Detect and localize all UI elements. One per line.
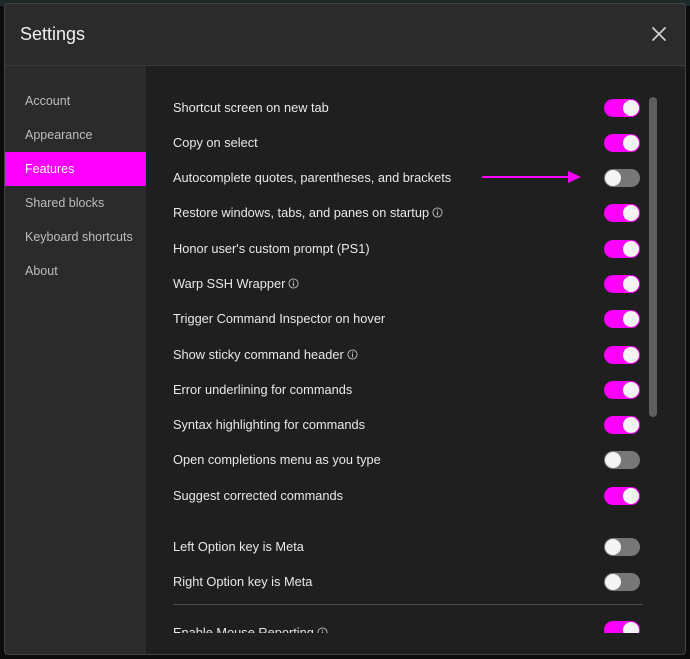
feature-label: Copy on select — [173, 135, 258, 150]
toggle-knob — [605, 574, 621, 590]
toggle-knob — [623, 311, 639, 327]
feature-row-show-sticky-command-header: Show sticky command header — [173, 343, 641, 367]
toggle-knob — [623, 347, 639, 363]
info-icon — [317, 627, 328, 633]
toggle-knob — [623, 417, 639, 433]
close-button[interactable] — [647, 22, 671, 46]
modal-header: Settings — [5, 4, 685, 66]
feature-label: Autocomplete quotes, parentheses, and br… — [173, 170, 452, 185]
feature-row-honor-user-s-custom-prompt-ps1: Honor user's custom prompt (PS1) — [173, 237, 641, 261]
toggle-right-option-key-is-meta[interactable] — [604, 573, 640, 591]
sidebar-item-shared-blocks[interactable]: Shared blocks — [5, 186, 146, 220]
feature-row-error-underlining-for-commands: Error underlining for commands — [173, 378, 641, 402]
toggle-suggest-corrected-commands[interactable] — [604, 487, 640, 505]
toggle-enable-mouse-reporting[interactable] — [604, 621, 640, 633]
arrow-right-icon — [482, 171, 581, 183]
feature-label: Suggest corrected commands — [173, 488, 343, 503]
feature-label: Honor user's custom prompt (PS1) — [173, 241, 370, 256]
feature-row-copy-on-select: Copy on select — [173, 131, 641, 155]
toggle-left-option-key-is-meta[interactable] — [604, 538, 640, 556]
toggle-warp-ssh-wrapper[interactable] — [604, 275, 640, 293]
feature-label: Left Option key is Meta — [173, 539, 304, 554]
feature-label: Open completions menu as you type — [173, 452, 381, 467]
settings-sidebar: Account Appearance Features Shared block… — [5, 66, 146, 654]
feature-row-open-completions-menu-as-you-type: Open completions menu as you type — [173, 448, 641, 472]
feature-label: Enable Mouse Reporting — [173, 625, 314, 633]
info-icon — [347, 349, 358, 360]
feature-row-restore-windows-tabs-and-panes-on-startup: Restore windows, tabs, and panes on star… — [173, 201, 641, 225]
features-panel: Shortcut screen on new tab Copy on select… — [146, 66, 685, 654]
feature-row-partial: Enable Mouse Reporting — [173, 621, 641, 633]
sidebar-item-appearance[interactable]: Appearance — [5, 118, 146, 152]
sidebar-item-keyboard-shortcuts[interactable]: Keyboard shortcuts — [5, 220, 146, 254]
close-icon — [652, 27, 666, 41]
toggle-trigger-command-inspector-on-hover[interactable] — [604, 310, 640, 328]
feature-row-syntax-highlighting-for-commands: Syntax highlighting for commands — [173, 413, 641, 437]
feature-row-shortcut-screen-on-new-tab: Shortcut screen on new tab — [173, 96, 641, 120]
modal-title: Settings — [20, 24, 86, 44]
sidebar-item-account[interactable]: Account — [5, 84, 146, 118]
toggle-knob — [623, 241, 639, 257]
sidebar-item-features[interactable]: Features — [5, 152, 146, 186]
toggle-knob — [623, 100, 639, 116]
feature-label: Trigger Command Inspector on hover — [173, 311, 386, 326]
toggle-knob — [623, 488, 639, 504]
feature-label: Show sticky command header — [173, 347, 344, 362]
settings-modal: Settings Account Appearance Features Sha… — [4, 3, 686, 655]
feature-label: Right Option key is Meta — [173, 574, 313, 589]
toggle-open-completions-menu-as-you-type[interactable] — [604, 451, 640, 469]
toggle-knob — [623, 622, 639, 633]
sidebar-item-about[interactable]: About — [5, 254, 146, 288]
feature-label: Warp SSH Wrapper — [173, 276, 286, 291]
toggle-knob — [623, 135, 639, 151]
feature-row-warp-ssh-wrapper: Warp SSH Wrapper — [173, 272, 641, 296]
toggle-knob — [623, 382, 639, 398]
toggle-knob — [605, 452, 621, 468]
info-icon — [288, 278, 299, 289]
section-divider — [173, 604, 643, 605]
feature-row-trigger-command-inspector-on-hover: Trigger Command Inspector on hover — [173, 307, 641, 331]
toggle-show-sticky-command-header[interactable] — [604, 346, 640, 364]
toggle-syntax-highlighting-for-commands[interactable] — [604, 416, 640, 434]
toggle-error-underlining-for-commands[interactable] — [604, 381, 640, 399]
feature-row-suggest-corrected-commands: Suggest corrected commands — [173, 484, 641, 508]
toggle-copy-on-select[interactable] — [604, 134, 640, 152]
toggle-restore-windows-tabs-and-panes-on-startup[interactable] — [604, 204, 640, 222]
toggle-autocomplete-quotes-parentheses-and-brackets[interactable] — [604, 169, 640, 187]
toggle-shortcut-screen-on-new-tab[interactable] — [604, 99, 640, 117]
feature-label: Restore windows, tabs, and panes on star… — [173, 205, 430, 220]
feature-row-left-option-key-is-meta: Left Option key is Meta — [173, 535, 641, 559]
toggle-knob — [623, 205, 639, 221]
scrollbar-thumb[interactable] — [649, 97, 657, 417]
feature-row-right-option-key-is-meta: Right Option key is Meta — [173, 570, 641, 594]
info-icon — [432, 207, 443, 218]
toggle-knob — [605, 539, 621, 555]
feature-label: Error underlining for commands — [173, 382, 353, 397]
feature-label: Syntax highlighting for commands — [173, 417, 366, 432]
toggle-knob — [605, 170, 621, 186]
toggle-honor-user-s-custom-prompt-ps1[interactable] — [604, 240, 640, 258]
feature-label: Shortcut screen on new tab — [173, 100, 329, 115]
toggle-knob — [623, 276, 639, 292]
